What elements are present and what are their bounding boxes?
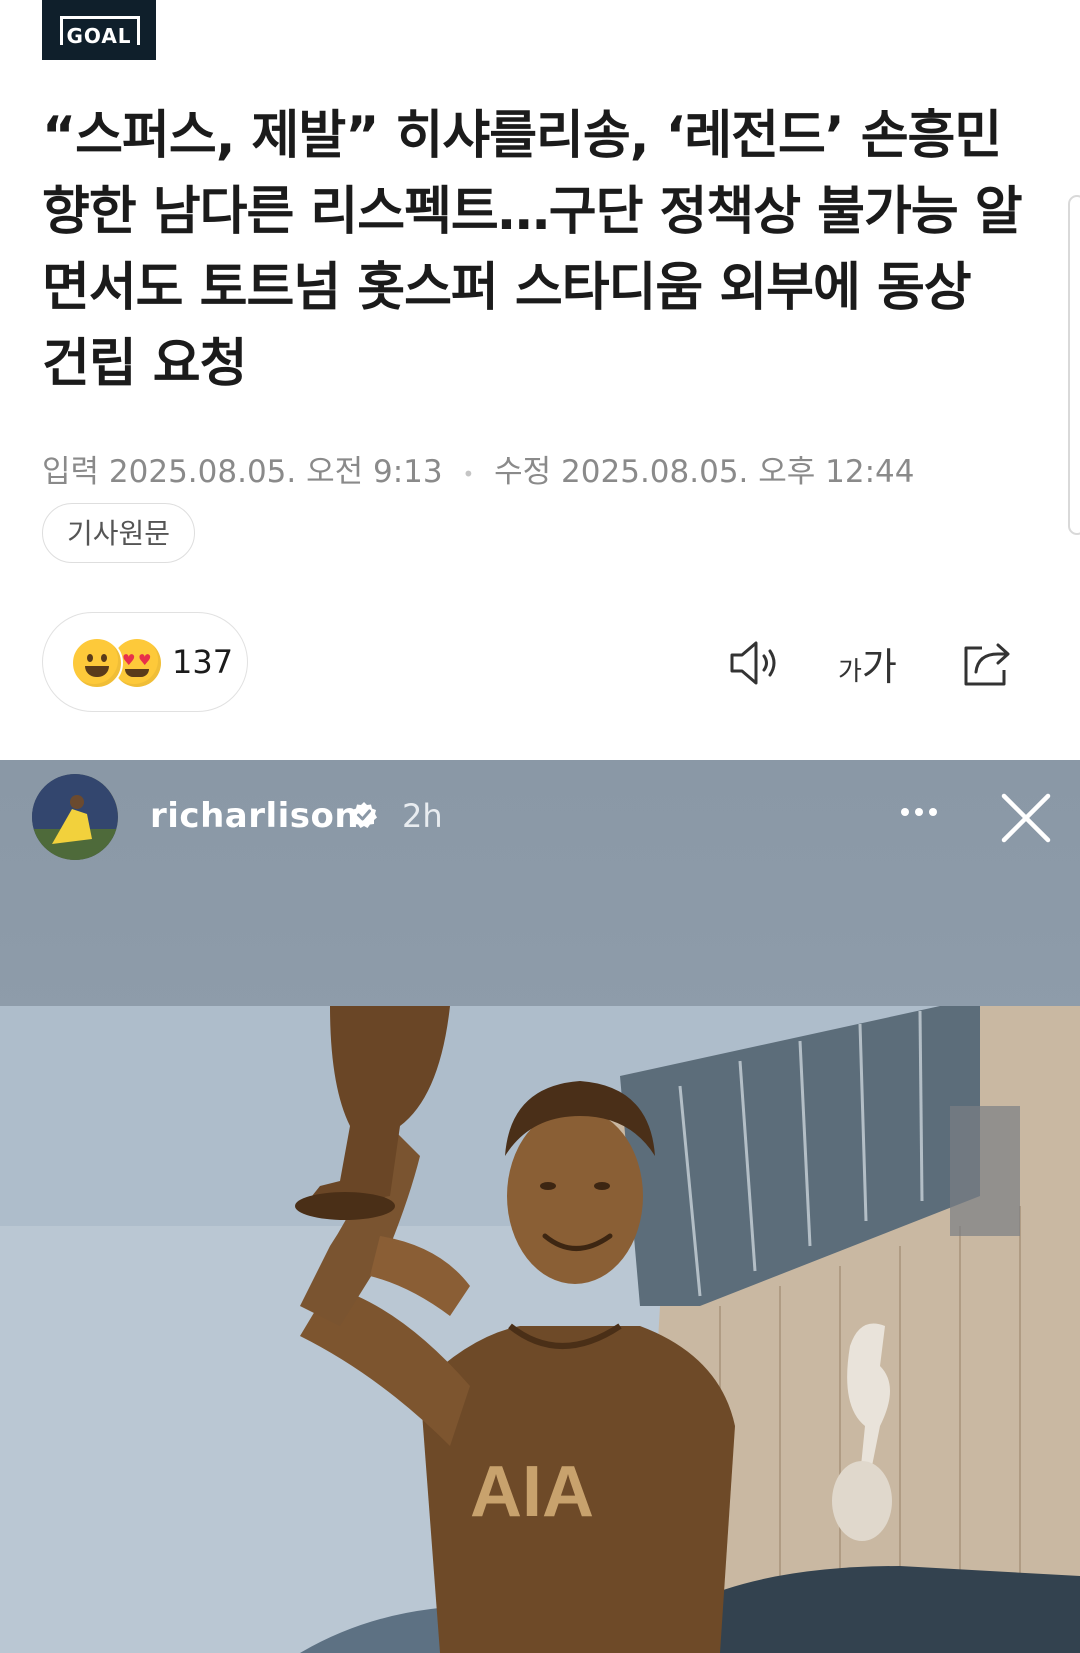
story-username[interactable]: richarlison <box>150 796 359 836</box>
story-time: 2h <box>402 797 443 835</box>
original-article-button[interactable]: 기사원문 <box>42 503 196 563</box>
reaction-button[interactable]: ♥ ♥ 137 <box>42 612 248 712</box>
jersey-sponsor-text: AIA <box>470 1452 594 1532</box>
close-icon[interactable] <box>998 790 1054 846</box>
article-meta: 입력 2025.08.05. 오전 9:13 • 수정 2025.08.05. … <box>42 446 914 491</box>
share-icon[interactable] <box>960 636 1016 690</box>
verified-badge-icon <box>351 802 377 828</box>
reaction-count: 137 <box>172 643 234 681</box>
goal-logo[interactable]: GOAL <box>42 0 156 60</box>
article-headline: “스퍼스, 제발” 히샤를리송, ‘레전드’ 손흥민 향한 남다른 리스펙트…구… <box>42 106 1023 394</box>
statue-photo: AIA <box>0 1006 1080 1653</box>
embedded-story[interactable]: richarlison 2h AIA <box>0 760 1080 1653</box>
input-datetime: 2025.08.05. 오전 9:13 <box>108 454 443 490</box>
modified-label: 수정 <box>494 454 552 490</box>
speaker-icon[interactable] <box>728 636 784 690</box>
modified-datetime: 2025.08.05. 오후 12:44 <box>561 454 915 490</box>
smiling-face-icon <box>71 637 123 689</box>
meta-separator: • <box>462 461 475 486</box>
font-large-label: 가 <box>861 645 897 689</box>
input-label: 입력 <box>42 454 100 490</box>
font-size-button[interactable]: 가가 <box>838 636 897 690</box>
logo-text: GOAL <box>66 24 132 48</box>
story-avatar[interactable] <box>32 774 118 860</box>
font-small-label: 가 <box>838 657 862 687</box>
scrollbar[interactable] <box>1068 195 1080 535</box>
more-options-icon[interactable] <box>895 800 943 824</box>
